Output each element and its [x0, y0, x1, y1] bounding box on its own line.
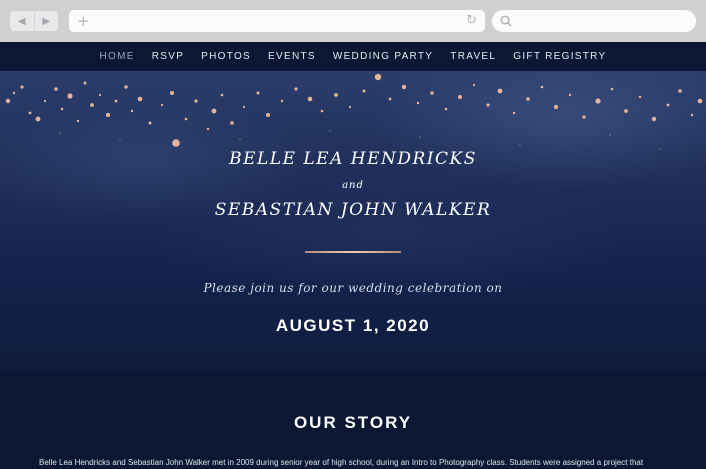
story-heading: OUR STORY: [293, 413, 413, 432]
invitation-text: Please join us for our wedding celebrati…: [203, 281, 503, 295]
nav-item-home[interactable]: HOME: [100, 51, 135, 62]
back-arrow-icon[interactable]: ◀: [10, 11, 34, 31]
nav-item-travel[interactable]: TRAVEL: [450, 51, 496, 62]
nav-item-photos[interactable]: PHOTOS: [201, 51, 251, 62]
our-story-section: OUR STORY Belle Lea Hendricks and Sebast…: [0, 371, 706, 469]
divider-rule: [305, 251, 401, 253]
forward-arrow-icon[interactable]: ▶: [33, 11, 59, 31]
bride-name: BELLE LEA HENDRICKS: [229, 149, 477, 169]
and-connector: and: [342, 180, 364, 191]
nav-item-rsvp[interactable]: RSVP: [152, 51, 184, 62]
browser-chrome: ◀ ▶ + ↻: [0, 0, 706, 42]
history-buttons: ◀ ▶: [10, 11, 58, 31]
site-nav: HOME RSVP PHOTOS EVENTS WEDDING PARTY TR…: [0, 42, 706, 71]
reload-icon[interactable]: ↻: [466, 13, 477, 29]
wedding-date: AUGUST 1, 2020: [275, 316, 431, 335]
story-paragraph: Belle Lea Hendricks and Sebastian John W…: [39, 458, 644, 467]
plus-icon[interactable]: +: [77, 12, 90, 30]
nav-item-wedding-party[interactable]: WEDDING PARTY: [333, 51, 433, 62]
search-icon: [500, 15, 512, 27]
search-bar[interactable]: [492, 10, 696, 32]
address-bar[interactable]: + ↻: [69, 10, 485, 32]
nav-item-events[interactable]: EVENTS: [268, 51, 316, 62]
wedding-website: HOME RSVP PHOTOS EVENTS WEDDING PARTY TR…: [0, 42, 706, 469]
groom-name: SEBASTIAN JOHN WALKER: [214, 200, 492, 220]
hero-banner: BELLE LEA HENDRICKS and SEBASTIAN JOHN W…: [0, 71, 706, 371]
nav-item-gift-registry[interactable]: GIFT REGISTRY: [513, 51, 606, 62]
